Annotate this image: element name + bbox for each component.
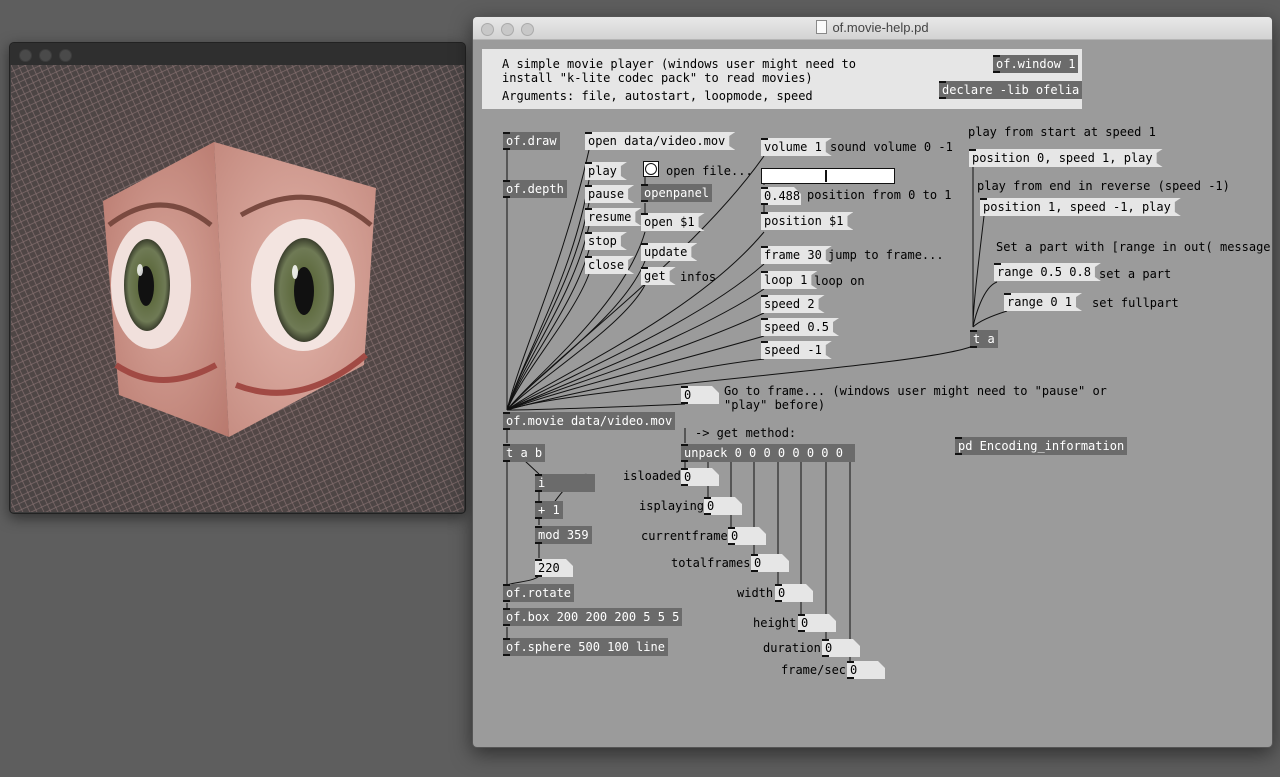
of-depth-object[interactable]: of.depth [503,180,567,198]
of-movie-object[interactable]: of.movie data/video.mov [503,412,676,430]
play-end-comment: play from end in reverse (speed -1) [977,179,1230,193]
mod-359-object[interactable]: mod 359 [535,526,592,544]
info-line-2: install "k-lite codec pack" to read movi… [502,71,813,85]
close-button[interactable] [19,49,32,62]
isloaded-comment: isloaded [623,469,681,483]
render-canvas [11,65,464,512]
isplaying-comment: isplaying [639,499,705,513]
pause-message[interactable]: pause [585,185,634,203]
set-part-header-comment: Set a part with [range in out( message: [996,240,1273,254]
volume-comment: sound volume 0 -1 [830,140,953,154]
open-file-comment: open file... [666,164,753,178]
volume-message[interactable]: volume 1 [761,138,832,156]
rendered-scene [11,65,464,512]
speed-minus1-message[interactable]: speed -1 [761,341,832,359]
render-window-titlebar[interactable] [10,43,465,65]
height-number-box[interactable]: 0 [798,614,836,632]
set-fullpart-comment: set fullpart [1092,296,1179,310]
play-message[interactable]: play [585,162,627,180]
i-object[interactable]: i [535,474,595,492]
slider-knob[interactable] [825,170,828,182]
plus-1-object[interactable]: + 1 [535,501,563,519]
range-full-message[interactable]: range 0 1 [1004,293,1082,311]
loop-1-message[interactable]: loop 1 [761,271,817,289]
height-comment: height [753,616,797,630]
pd-encoding-subpatch[interactable]: pd Encoding_information [955,437,1128,455]
goto-frame-comment-1: Go to frame... (windows user might need … [724,384,1107,398]
loop-on-comment: loop on [814,274,865,288]
isloaded-number-box[interactable]: 0 [681,468,719,486]
position-dollar1-message[interactable]: position $1 [761,212,853,230]
render-window[interactable] [9,42,466,514]
t-a-b-object[interactable]: t a b [503,444,546,462]
play-start-comment: play from start at speed 1 [968,125,1156,139]
jump-frame-comment: jump to frame... [828,248,944,262]
of-window-object[interactable]: of.window 1 [993,55,1079,73]
update-message[interactable]: update [641,243,697,261]
infos-comment: infos [680,270,717,284]
minimize-button[interactable] [39,49,52,62]
t-a-object[interactable]: t a [970,330,998,348]
totalframes-comment: totalframes [671,556,751,570]
of-draw-object[interactable]: of.draw [503,132,560,150]
width-comment: width [737,586,774,600]
range-part-message[interactable]: range 0.5 0.8 [994,263,1101,281]
goto-frame-number-box[interactable]: 0 [681,386,719,404]
info-line-3: Arguments: file, autostart, loopmode, sp… [502,89,813,103]
get-method-comment: -> get method: [695,426,797,440]
close-message[interactable]: close [585,256,634,274]
totalframes-number-box[interactable]: 0 [751,554,789,572]
currentframe-number-box[interactable]: 0 [728,527,766,545]
open-file-message[interactable]: open data/video.mov [585,132,735,150]
patch-window[interactable]: of.movie-help.pd A simple movie player (… [472,16,1273,748]
openpanel-object[interactable]: openpanel [641,184,713,202]
framesec-comment: frame/sec [781,663,847,677]
counter-number-box[interactable]: 220 [535,559,573,577]
open-dollar1-message[interactable]: open $1 [641,213,705,231]
speed-0.5-message[interactable]: speed 0.5 [761,318,839,336]
declare-object[interactable]: declare -lib ofelia [939,81,1083,99]
currentframe-comment: currentframe [641,529,728,543]
position-forward-message[interactable]: position 0, speed 1, play [969,149,1163,167]
resume-message[interactable]: resume [585,208,641,226]
zoom-button[interactable] [59,49,72,62]
of-box-object[interactable]: of.box 200 200 200 5 5 5 [503,608,683,626]
position-number-box[interactable]: 0.488 [761,187,801,205]
goto-frame-comment-2: "play" before) [724,398,826,412]
info-panel: A simple movie player (windows user migh… [482,49,1082,109]
set-part-comment: set a part [1099,267,1172,281]
position-reverse-message[interactable]: position 1, speed -1, play [980,198,1181,216]
info-line-1: A simple movie player (windows user migh… [502,57,857,71]
of-rotate-object[interactable]: of.rotate [503,584,575,602]
bang-button[interactable] [643,161,659,177]
unpack-object[interactable]: unpack 0 0 0 0 0 0 0 0 [681,444,855,462]
stop-message[interactable]: stop [585,232,627,250]
speed-2-message[interactable]: speed 2 [761,295,825,313]
width-number-box[interactable]: 0 [775,584,813,602]
position-comment: position from 0 to 1 [807,188,952,202]
duration-number-box[interactable]: 0 [822,639,860,657]
frame-30-message[interactable]: frame 30 [761,246,832,264]
duration-comment: duration [763,641,821,655]
of-sphere-object[interactable]: of.sphere 500 100 line [503,638,668,656]
framesec-number-box[interactable]: 0 [847,661,885,679]
isplaying-number-box[interactable]: 0 [704,497,742,515]
position-slider[interactable] [761,168,895,184]
